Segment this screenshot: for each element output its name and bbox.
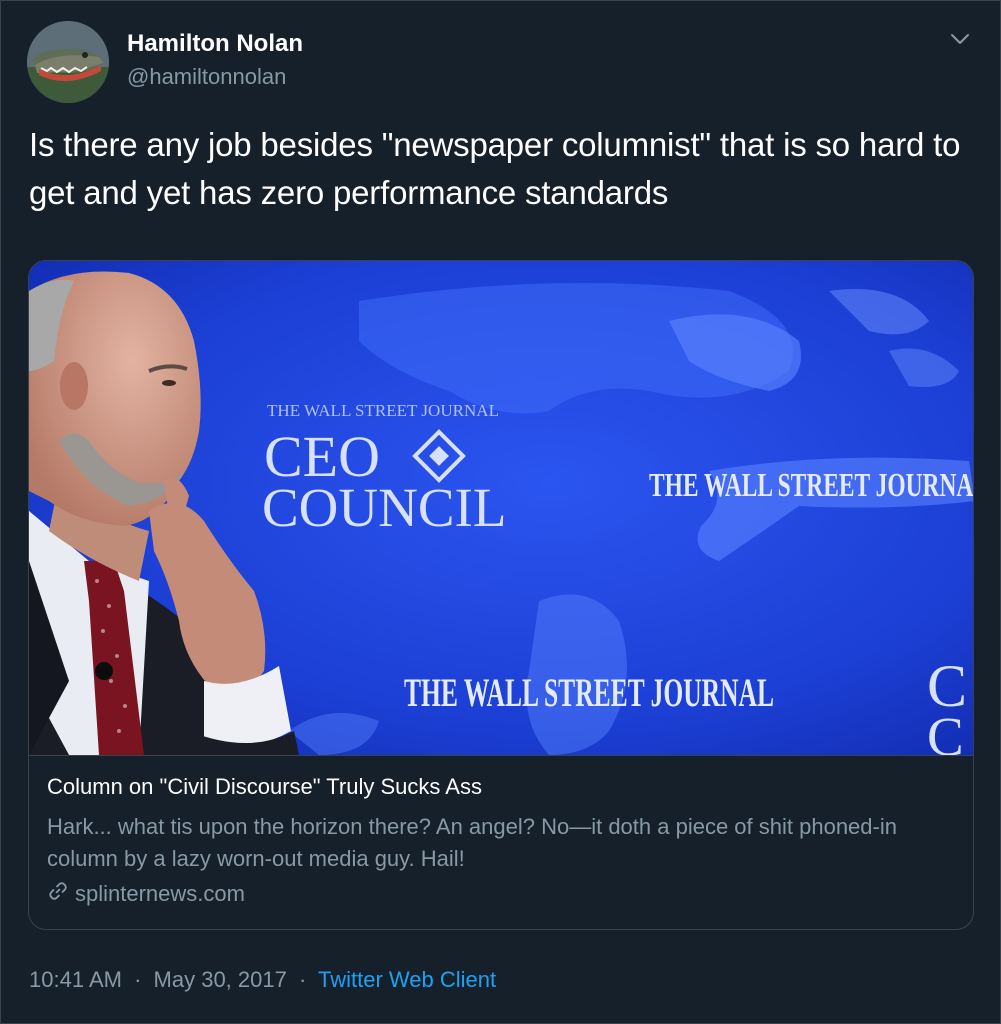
tweet-time[interactable]: 10:41 AM — [29, 967, 122, 992]
sign-wsj-bottom: THE WALL STREET JOURNAL — [404, 670, 774, 715]
sign-edge-c2: C — [927, 706, 964, 755]
tweet-date[interactable]: May 30, 2017 — [154, 967, 287, 992]
tweet-meta: 10:41 AM · May 30, 2017 · Twitter Web Cl… — [29, 967, 496, 993]
link-icon — [47, 880, 69, 908]
card-domain-text: splinternews.com — [75, 881, 245, 906]
chevron-down-icon[interactable] — [948, 27, 972, 51]
tweet-text: Is there any job besides "newspaper colu… — [29, 126, 961, 211]
alligator-avatar-icon — [27, 21, 109, 103]
card-domain[interactable]: splinternews.com — [47, 880, 245, 908]
tweet-container: Hamilton Nolan @hamiltonnolan Is there a… — [0, 0, 1001, 1024]
sign-wsj-right: THE WALL STREET JOURNAL — [649, 467, 974, 504]
sign-wsj-small: THE WALL STREET JOURNAL — [267, 401, 499, 420]
author-avatar[interactable] — [27, 21, 109, 103]
meta-separator: · — [134, 967, 142, 992]
author-handle[interactable]: @hamiltonnolan — [127, 64, 286, 90]
card-description: Hark... what tis upon the horizon there?… — [47, 814, 897, 871]
link-card[interactable]: THE WALL STREET JOURNAL CEO COUNCIL THE … — [28, 260, 974, 930]
sign-council: COUNCIL — [262, 477, 506, 538]
card-image[interactable]: THE WALL STREET JOURNAL CEO COUNCIL THE … — [29, 261, 974, 755]
meta-separator: · — [298, 967, 307, 992]
tweet-source-link[interactable]: Twitter Web Client — [318, 967, 496, 992]
card-title[interactable]: Column on "Civil Discourse" Truly Sucks … — [47, 774, 482, 800]
card-body[interactable]: Column on "Civil Discourse" Truly Sucks … — [29, 755, 973, 929]
author-name[interactable]: Hamilton Nolan — [127, 30, 303, 58]
card-photo: THE WALL STREET JOURNAL CEO COUNCIL THE … — [29, 261, 974, 755]
